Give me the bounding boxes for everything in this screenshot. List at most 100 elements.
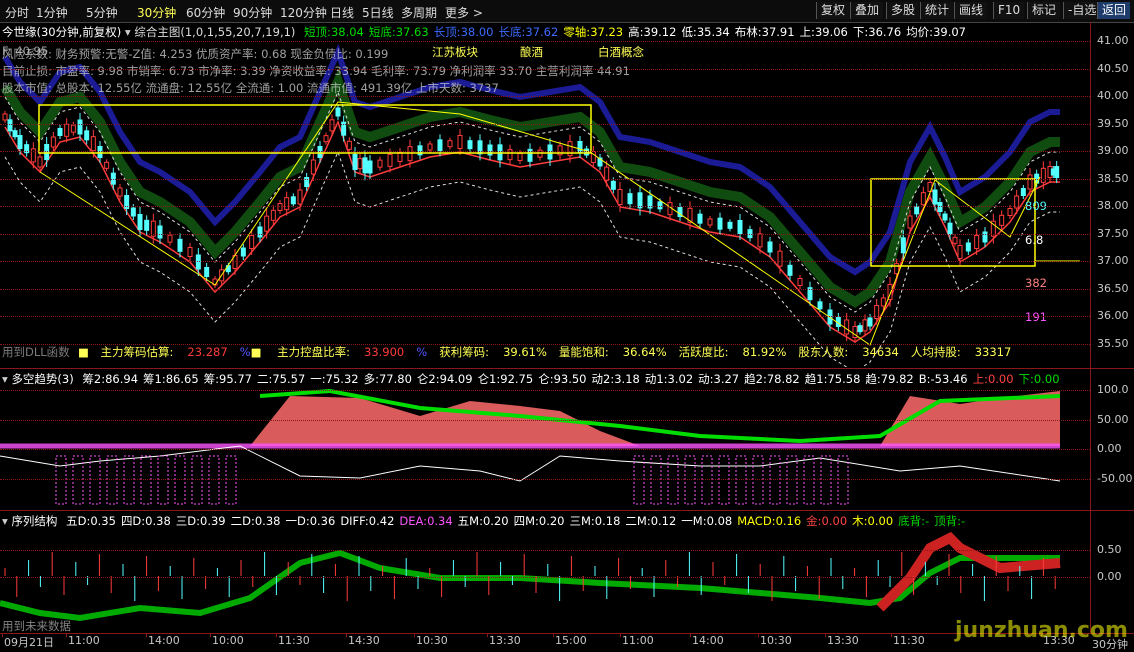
period-tab[interactable]: 120分钟 bbox=[280, 4, 327, 21]
valuation-info-line: 目前止损: 市盈率: 9.98 市销率: 6.73 市净率: 3.39 净资收益… bbox=[2, 64, 630, 78]
indicator-value: 75.57 bbox=[272, 372, 306, 386]
watermark: junzhuan.com bbox=[955, 618, 1128, 643]
period-tab[interactable]: 5分钟 bbox=[86, 4, 118, 21]
volume-bar bbox=[208, 455, 220, 505]
chevron-down-icon[interactable]: ▾ bbox=[2, 514, 8, 528]
price-axis-label: 39.50 bbox=[1097, 116, 1129, 130]
toolbar-button[interactable]: 叠加 bbox=[850, 2, 884, 19]
volume-bar bbox=[803, 455, 815, 505]
indicator-value-label: 三M: bbox=[569, 514, 595, 528]
grid-line bbox=[0, 151, 1090, 152]
indicator-value-label: 筹: bbox=[203, 372, 220, 386]
candle bbox=[2, 113, 8, 121]
indicator-value: 0.16 bbox=[775, 514, 802, 528]
candle bbox=[965, 242, 971, 252]
stats-row: 用到DLL函数 bbox=[2, 344, 70, 360]
candle bbox=[767, 241, 773, 253]
toolbar-button[interactable]: 标记 bbox=[1027, 2, 1061, 19]
concept-tag[interactable]: 江苏板块 bbox=[432, 44, 478, 60]
indicator-value: -53.46 bbox=[930, 372, 968, 386]
candle bbox=[57, 128, 63, 136]
grid-line bbox=[0, 96, 1090, 97]
stat-value: 39.61% bbox=[503, 345, 547, 359]
stock-title[interactable]: 今世缘(30分钟,前复权) bbox=[2, 25, 121, 39]
dll-label: 用到DLL函数 bbox=[2, 345, 70, 359]
grid-line bbox=[0, 206, 1090, 207]
candle bbox=[204, 267, 210, 277]
trend-chart-canvas[interactable] bbox=[0, 386, 1134, 508]
candle bbox=[1054, 166, 1060, 178]
indicator-value: 86.94 bbox=[105, 372, 139, 386]
period-tab[interactable]: 日线 bbox=[330, 4, 354, 21]
period-tab[interactable]: 更多 > bbox=[445, 4, 483, 21]
candle bbox=[257, 226, 263, 238]
period-tab[interactable]: 90分钟 bbox=[233, 4, 272, 21]
indicator-value-label: 趋2: bbox=[744, 372, 767, 386]
candle bbox=[50, 136, 56, 148]
toolbar-button[interactable]: 复权 bbox=[816, 2, 850, 19]
candle bbox=[862, 319, 868, 332]
candle bbox=[1007, 208, 1013, 216]
indicator-value: 0.18 bbox=[594, 514, 621, 528]
chevron-down-icon[interactable]: ▾ bbox=[125, 25, 131, 39]
indicator-value-label: 二D: bbox=[230, 514, 255, 528]
period-tab[interactable]: 分时 bbox=[5, 4, 29, 21]
indicator-value-label: DIFF: bbox=[340, 514, 369, 528]
indicator-title[interactable]: 综合主图(1,0,1,55,20,7,19,1) bbox=[134, 25, 295, 39]
period-tab[interactable]: 多周期 bbox=[401, 4, 437, 21]
candle bbox=[12, 130, 18, 138]
price-axis-label: 50.00 bbox=[1097, 412, 1129, 426]
stat-value: 33317 bbox=[974, 345, 1012, 359]
indicator-title[interactable]: 序列结构 bbox=[11, 514, 57, 528]
time-axis-label: 10:00 bbox=[212, 634, 244, 647]
grid-line bbox=[0, 316, 1090, 317]
indicator-value: 36.76 bbox=[868, 25, 902, 39]
candle bbox=[447, 140, 453, 148]
concept-tag[interactable]: 酿酒 bbox=[520, 44, 543, 60]
stat-value: 34634 bbox=[862, 345, 899, 359]
toolbar-button[interactable]: F10 bbox=[993, 2, 1025, 19]
indicator-value: 0.00 bbox=[821, 514, 848, 528]
volume-bar bbox=[157, 455, 169, 505]
period-tab[interactable]: 1分钟 bbox=[36, 4, 68, 21]
period-tab[interactable]: 30分钟 bbox=[137, 4, 176, 21]
indicator-value: 77.80 bbox=[378, 372, 412, 386]
indicator-title[interactable]: 多空趋势(3) bbox=[11, 372, 73, 386]
candle bbox=[97, 146, 103, 158]
time-axis-label: 11:30 bbox=[893, 634, 925, 647]
toolbar-button[interactable]: -自选 bbox=[1063, 2, 1101, 19]
period-tab[interactable]: 5日线 bbox=[362, 4, 394, 21]
grid-line bbox=[0, 123, 1090, 125]
panel-divider bbox=[0, 510, 1134, 511]
toolbar-button[interactable]: 返回 bbox=[1097, 2, 1131, 19]
grid-line bbox=[0, 390, 1090, 391]
concept-tag[interactable]: 白酒概念 bbox=[598, 44, 644, 60]
candle bbox=[84, 130, 90, 141]
toolbar-button[interactable]: 统计 bbox=[920, 2, 954, 19]
indicator-value-label: 趋1: bbox=[804, 372, 828, 386]
price-axis-label: 0.00 bbox=[1097, 442, 1122, 455]
toolbar-button[interactable]: 画线 bbox=[954, 2, 988, 19]
period-tab[interactable]: 60分钟 bbox=[186, 4, 225, 21]
candle bbox=[467, 140, 473, 150]
indicator-value-label: DEA: bbox=[399, 514, 428, 528]
indicator-value-label: 五M: bbox=[457, 514, 483, 528]
indicator-value-label: 一D: bbox=[285, 514, 310, 528]
time-axis-label: 14:00 bbox=[692, 634, 724, 647]
candle bbox=[437, 139, 443, 152]
price-axis-label: 36.50 bbox=[1097, 281, 1129, 295]
stat-suffix: % bbox=[416, 345, 428, 359]
grid-line bbox=[0, 178, 1090, 180]
time-axis-label: 09月21日 bbox=[4, 636, 54, 649]
candle bbox=[377, 159, 383, 168]
candle bbox=[37, 156, 43, 168]
indicator-value-label: B: bbox=[918, 372, 931, 386]
candle bbox=[920, 192, 926, 206]
bullet-icon: ■ bbox=[250, 345, 266, 359]
toolbar-button[interactable]: 多股 bbox=[886, 2, 920, 19]
candle bbox=[1027, 174, 1033, 190]
candle bbox=[357, 158, 363, 170]
volume-bar bbox=[752, 455, 764, 505]
indicator-value-label: 木: bbox=[852, 514, 868, 528]
chevron-down-icon[interactable]: ▾ bbox=[2, 372, 8, 386]
